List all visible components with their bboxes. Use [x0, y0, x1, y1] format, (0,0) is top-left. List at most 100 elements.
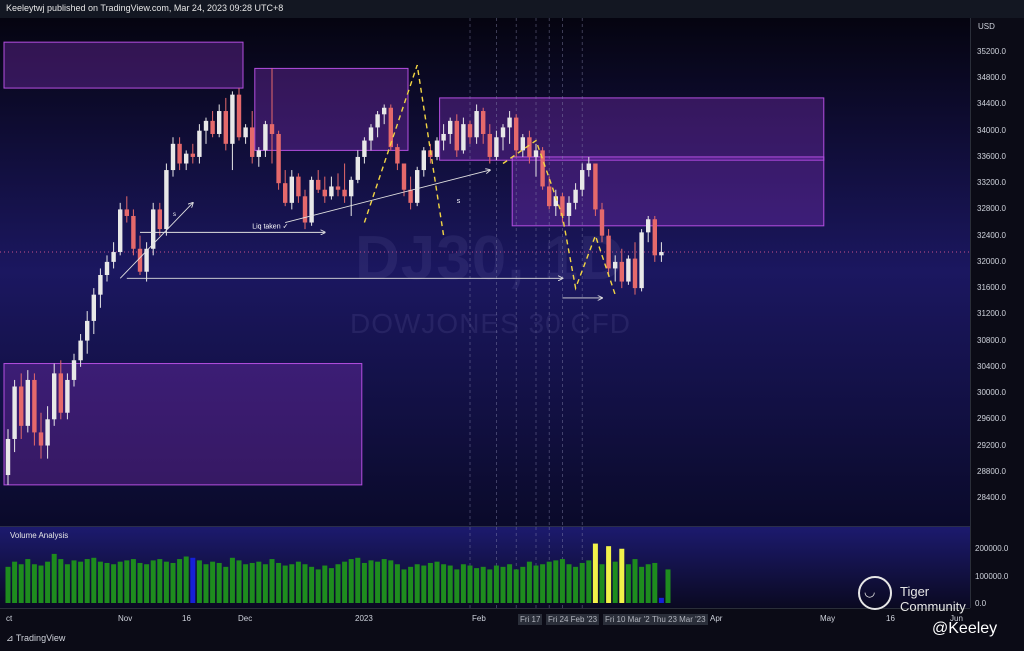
- tradingview-logo[interactable]: ⊿ TradingView: [6, 633, 65, 644]
- candle-body: [104, 261, 110, 275]
- time-axis[interactable]: ct Nov 16 Dec 2023 Feb Apr May 16 Jun Fri 17 Fri 24…: [0, 608, 970, 629]
- volume-bar: [38, 565, 44, 603]
- candle-body: [5, 438, 11, 476]
- volume-bar: [322, 565, 328, 603]
- price-tick: 32000.0: [977, 256, 1006, 266]
- candle-body: [355, 156, 360, 180]
- time-tick: 2023: [355, 614, 373, 623]
- volume-bar: [137, 562, 143, 603]
- candle-body: [599, 209, 605, 236]
- currency-label: USD: [978, 22, 995, 31]
- candle-body: [170, 143, 176, 171]
- volume-bar: [507, 564, 513, 603]
- candle-body: [342, 189, 347, 197]
- price-tick: 30000.0: [977, 388, 1006, 398]
- supply-demand-zone: [511, 156, 825, 227]
- candle-body: [85, 320, 90, 341]
- volume-bar: [408, 566, 414, 603]
- candle-body: [349, 179, 354, 197]
- volume-bar: [256, 561, 262, 603]
- volume-bar: [368, 560, 374, 603]
- candle-body: [263, 124, 268, 151]
- time-tick: Nov: [118, 614, 133, 623]
- volume-bar: [606, 546, 612, 603]
- trend-arrow: [119, 203, 193, 279]
- volume-bar: [540, 564, 546, 603]
- candle-body: [652, 219, 657, 256]
- volume-bar: [124, 560, 130, 603]
- volume-bar: [91, 557, 97, 603]
- candle-body: [203, 120, 209, 131]
- time-tick: ct: [6, 614, 13, 623]
- candle-body: [124, 209, 129, 216]
- volume-bar: [665, 569, 671, 603]
- price-tick: 30800.0: [977, 335, 1006, 345]
- volume-bar: [216, 562, 222, 603]
- volume-bar: [573, 566, 579, 603]
- candle-body: [71, 360, 77, 380]
- volume-bar: [381, 559, 387, 603]
- candle-body: [448, 120, 453, 134]
- date-highlight-label: Thu 23 Mar '23: [650, 614, 708, 625]
- volume-bar: [658, 597, 664, 603]
- price-tick: 30400.0: [977, 361, 1006, 371]
- candle-body: [547, 186, 552, 207]
- volume-bar: [97, 561, 103, 603]
- volume-bar: [183, 556, 189, 603]
- candle-body: [639, 232, 644, 289]
- volume-bar: [355, 557, 361, 603]
- date-highlight-label: Fri 10 Mar '2: [603, 614, 652, 625]
- volume-bar: [236, 560, 242, 603]
- volume-panel[interactable]: Volume Analysis: [0, 526, 970, 609]
- volume-bar: [612, 561, 618, 603]
- volume-plot[interactable]: [0, 527, 970, 609]
- volume-bar: [645, 564, 651, 603]
- volume-bar: [401, 569, 407, 603]
- volume-tick: 200000.0: [975, 544, 1009, 553]
- volume-bar: [282, 565, 288, 603]
- candle-body: [467, 124, 473, 138]
- volume-bar: [210, 561, 216, 603]
- volume-bar: [64, 564, 70, 603]
- volume-bar: [295, 561, 301, 603]
- volume-bar: [513, 569, 519, 603]
- candle-body: [401, 163, 407, 190]
- volume-bar: [487, 569, 493, 603]
- volume-bar: [434, 561, 440, 603]
- volume-bar: [500, 566, 506, 603]
- candle-body: [626, 258, 631, 282]
- volume-bar: [553, 560, 559, 603]
- candle-body: [329, 186, 334, 197]
- volume-bar: [348, 559, 354, 603]
- price-plot[interactable]: Liq taken ✓ s s: [0, 18, 970, 526]
- volume-bar: [546, 561, 552, 603]
- candle-body: [276, 133, 281, 184]
- time-tick: 16: [886, 614, 895, 623]
- s-small-label: s: [173, 212, 176, 218]
- volume-bar: [447, 565, 453, 603]
- candle-body: [164, 170, 169, 230]
- volume-bar: [18, 564, 24, 603]
- candle-body: [91, 294, 96, 321]
- candle-body: [283, 183, 288, 203]
- price-axis[interactable]: USD 35200.0 34800.0 34400.0 34000.0 33600.0 3…: [970, 18, 1024, 608]
- volume-bar: [375, 561, 381, 603]
- candle-body: [322, 189, 327, 197]
- volume-bar: [144, 564, 150, 603]
- tiger-community-logo: ◡ Tiger Community: [856, 576, 994, 614]
- footer: ⊿ TradingView: [0, 628, 1024, 651]
- volume-bar: [619, 548, 625, 603]
- price-chart[interactable]: DJ30, 1D DOWJONES 30 CFD Liq taken ✓ss ⚡: [0, 18, 970, 526]
- candle-body: [415, 170, 420, 203]
- volume-bar: [117, 561, 123, 603]
- candle-body: [197, 130, 202, 157]
- volume-bar: [480, 566, 486, 603]
- candle-body: [131, 215, 136, 249]
- trend-arrow: [285, 170, 490, 223]
- candle-body: [421, 150, 426, 171]
- tradingview-label: TradingView: [15, 633, 66, 643]
- tradingview-icon: ⊿: [6, 633, 16, 643]
- volume-bar: [421, 565, 427, 603]
- candle-body: [586, 163, 591, 171]
- volume-bar: [51, 553, 57, 603]
